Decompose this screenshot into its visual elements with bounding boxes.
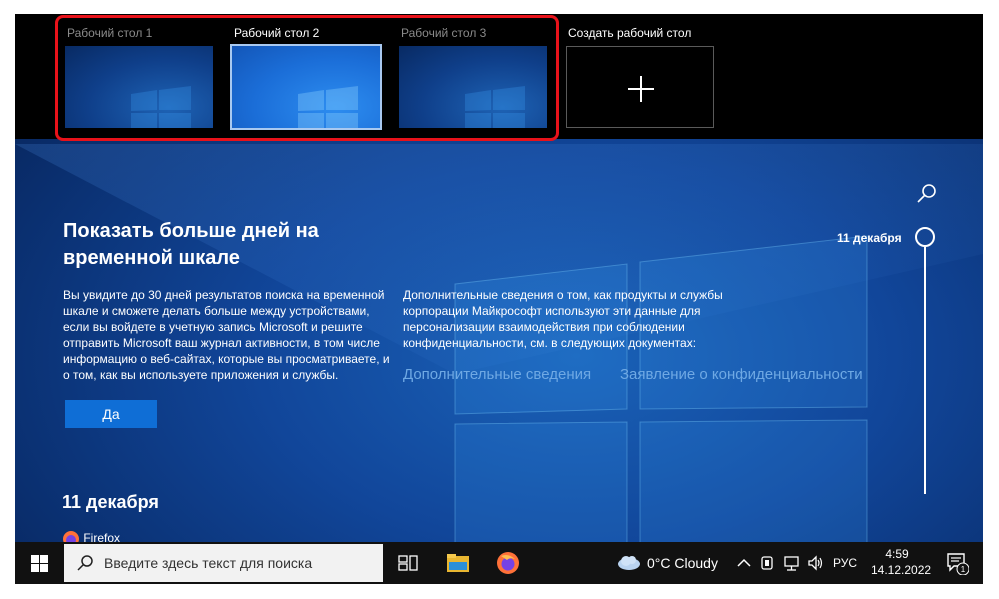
- chevron-up-icon[interactable]: [735, 554, 753, 572]
- weather-text[interactable]: 0°C Cloudy: [647, 555, 718, 571]
- timeline-slider-handle[interactable]: [915, 227, 935, 247]
- language-indicator[interactable]: РУС: [833, 556, 857, 570]
- notification-count: 1: [961, 565, 966, 574]
- search-icon: [77, 555, 93, 571]
- timeline-description: Вы увидите до 30 дней результатов поиска…: [63, 288, 390, 382]
- volume-icon[interactable]: [807, 554, 825, 572]
- timeline-slider-date: 11 декабря: [837, 231, 902, 245]
- taskbar-clock[interactable]: 4:59 14.12.2022: [871, 546, 932, 578]
- firefox-button[interactable]: [484, 542, 532, 584]
- taskbar: Введите здесь текст для поиска 0°C Cloud…: [15, 542, 983, 584]
- firefox-icon: [497, 552, 519, 574]
- timeline-panel: Показать больше дней на временной шкале …: [15, 14, 983, 584]
- action-center-button[interactable]: 1: [935, 542, 979, 584]
- search-placeholder: Введите здесь текст для поиска: [104, 555, 313, 571]
- network-icon[interactable]: [783, 554, 801, 572]
- date-heading: 11 декабря: [62, 492, 159, 512]
- clock-date: 14.12.2022: [871, 563, 932, 577]
- more-info-link[interactable]: Дополнительные сведения: [403, 366, 591, 383]
- windows-logo-icon: [30, 554, 48, 572]
- cloud-icon[interactable]: [616, 553, 642, 571]
- privacy-text: Дополнительные сведения о том, как проду…: [403, 288, 723, 350]
- notification-icon: 1: [947, 553, 969, 575]
- timeline-search-icon[interactable]: [915, 182, 939, 206]
- privacy-statement-link[interactable]: Заявление о конфиденциальности: [620, 366, 863, 383]
- yes-button[interactable]: Да: [65, 400, 157, 428]
- file-explorer-icon: [447, 554, 469, 572]
- timeline-scrollbar[interactable]: [924, 247, 926, 494]
- start-button[interactable]: [15, 542, 63, 584]
- task-view-button[interactable]: [384, 542, 432, 584]
- desktop-screen: Рабочий стол 1 Рабочий стол 2 Рабочий ст…: [15, 14, 983, 584]
- task-view-icon: [398, 555, 418, 571]
- meet-now-icon[interactable]: [759, 554, 777, 572]
- clock-time: 4:59: [885, 547, 909, 561]
- timeline-heading: Показать больше дней на временной шкале: [63, 220, 319, 269]
- file-explorer-button[interactable]: [434, 542, 482, 584]
- taskbar-search-box[interactable]: Введите здесь текст для поиска: [64, 544, 383, 582]
